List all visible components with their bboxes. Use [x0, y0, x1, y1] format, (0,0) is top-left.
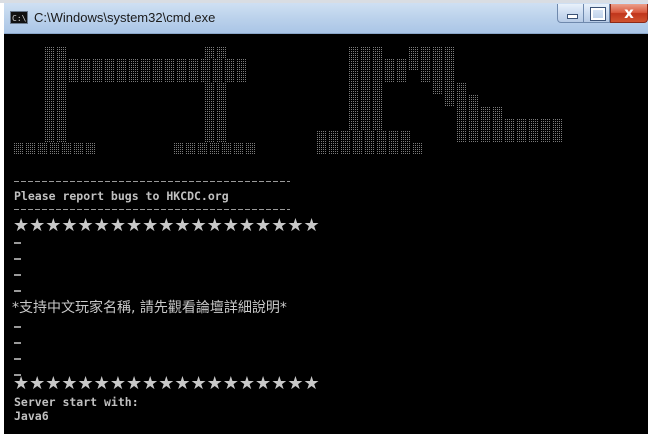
separator-top [14, 181, 290, 182]
maximize-icon [590, 7, 606, 21]
report-bugs-line: Please report bugs to HKCDC.org [14, 189, 229, 203]
blank-line-marker [14, 342, 21, 344]
window-title: C:\Windows\system32\cmd.exe [34, 10, 216, 25]
star-divider-top: ★★★★★★★★★★★★★★★★★★★ [13, 215, 320, 236]
close-icon: x [624, 4, 634, 22]
minimize-button[interactable] [557, 4, 584, 23]
separator-bottom [14, 209, 290, 210]
console-output[interactable]: Please report bugs to HKCDC.org ★★★★★★★★… [4, 34, 648, 434]
close-button[interactable]: x [610, 4, 648, 23]
blank-line-marker [14, 242, 21, 244]
blank-line-marker [14, 326, 21, 328]
cmd-window: C:\ C:\Windows\system32\cmd.exe x Please… [4, 3, 648, 434]
server-start-line: Server start with: [14, 395, 139, 409]
minimize-icon [567, 14, 578, 19]
title-bar[interactable]: C:\ C:\Windows\system32\cmd.exe x [4, 3, 648, 34]
blank-line-marker [14, 290, 21, 292]
maximize-button[interactable] [584, 4, 610, 23]
blank-line-marker [14, 358, 21, 360]
star-divider-bottom: ★★★★★★★★★★★★★★★★★★★ [13, 373, 320, 394]
java-version-line: Java6 [14, 409, 49, 423]
chinese-name-notice: *支持中文玩家名稱, 請先觀看論壇詳細說明* [12, 300, 287, 316]
cmd-icon[interactable]: C:\ [10, 11, 28, 24]
blank-line-marker [14, 274, 21, 276]
blank-line-marker [14, 258, 21, 260]
